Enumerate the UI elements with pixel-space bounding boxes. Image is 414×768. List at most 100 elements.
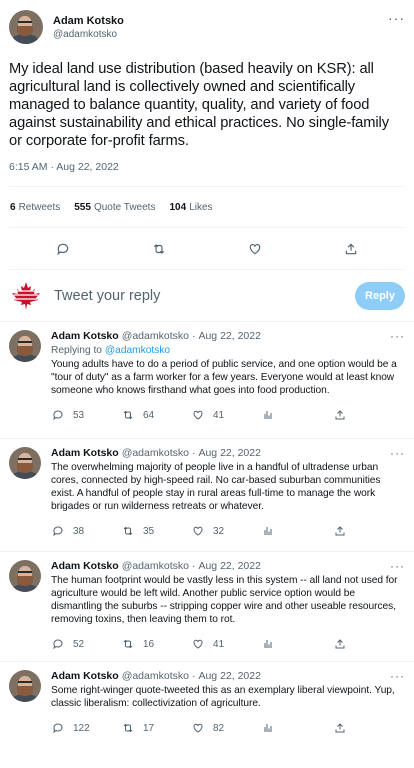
avatar[interactable] bbox=[9, 10, 43, 44]
replying-to-link[interactable]: @adamkotsko bbox=[105, 345, 170, 356]
quotes-label: Quote Tweets bbox=[93, 201, 156, 213]
like-icon bbox=[191, 524, 205, 538]
separator-dot: · bbox=[191, 560, 196, 572]
like-icon bbox=[191, 408, 205, 422]
analytics-action[interactable] bbox=[261, 408, 331, 422]
reply-tweet[interactable]: Adam Kotsko @adamkotsko · Aug 22, 2022 ·… bbox=[0, 439, 414, 552]
like-count: 41 bbox=[213, 638, 225, 650]
reply-composer: Tweet your reply Reply bbox=[0, 270, 414, 322]
more-icon[interactable]: ··· bbox=[390, 670, 405, 683]
tweet-actions: 52 16 41 bbox=[51, 629, 405, 659]
likes-stat[interactable]: 104 Likes bbox=[169, 202, 212, 213]
retweet-icon bbox=[121, 637, 135, 651]
retweets-label: Retweets bbox=[18, 201, 61, 213]
author-handle[interactable]: @adamkotsko bbox=[122, 330, 189, 343]
retweet-action[interactable]: 17 bbox=[121, 721, 191, 735]
author-handle[interactable]: @adamkotsko bbox=[122, 670, 189, 683]
reply-tweet[interactable]: Adam Kotsko @adamkotsko · Aug 22, 2022 ·… bbox=[0, 322, 414, 439]
reply-tweet[interactable]: Adam Kotsko @adamkotsko · Aug 22, 2022 ·… bbox=[0, 552, 414, 662]
analytics-action[interactable] bbox=[261, 524, 331, 538]
reply-icon bbox=[51, 721, 65, 735]
retweet-count: 17 bbox=[143, 722, 155, 734]
share-action[interactable] bbox=[333, 721, 355, 735]
reply-action[interactable]: 53 bbox=[51, 408, 121, 422]
share-icon[interactable] bbox=[342, 240, 360, 258]
retweets-stat[interactable]: 6 Retweets bbox=[10, 202, 60, 213]
author-name[interactable]: Adam Kotsko bbox=[53, 14, 124, 28]
author-handle[interactable]: @adamkotsko bbox=[122, 560, 189, 573]
separator-dot: · bbox=[191, 447, 196, 459]
like-action[interactable]: 82 bbox=[191, 721, 261, 735]
tweet-actions: 122 17 82 bbox=[51, 713, 405, 743]
retweet-action[interactable]: 64 bbox=[121, 408, 191, 422]
share-action[interactable] bbox=[333, 637, 355, 651]
retweet-count: 16 bbox=[143, 638, 155, 650]
reply-action[interactable]: 38 bbox=[51, 524, 121, 538]
tweet-date[interactable]: Aug 22, 2022 bbox=[198, 670, 260, 683]
share-icon bbox=[333, 524, 347, 538]
reply-count: 122 bbox=[73, 722, 90, 734]
tweet-date[interactable]: Aug 22, 2022 bbox=[198, 330, 260, 343]
author-handle[interactable]: @adamkotsko bbox=[122, 447, 189, 460]
tweet-stats: 6 Retweets 555 Quote Tweets 104 Likes bbox=[9, 186, 405, 228]
share-action[interactable] bbox=[333, 524, 355, 538]
analytics-icon bbox=[261, 524, 275, 538]
reply-input[interactable]: Tweet your reply bbox=[54, 288, 160, 304]
separator-dot: · bbox=[191, 670, 196, 682]
author-name[interactable]: Adam Kotsko bbox=[51, 670, 119, 683]
likes-label: Likes bbox=[189, 201, 213, 213]
tweet-text: The human footprint would be vastly less… bbox=[51, 575, 398, 625]
analytics-action[interactable] bbox=[261, 637, 331, 651]
avatar[interactable] bbox=[9, 670, 41, 702]
avatar[interactable] bbox=[9, 560, 41, 592]
avatar[interactable] bbox=[9, 447, 41, 479]
reply-action[interactable]: 122 bbox=[51, 721, 121, 735]
retweet-action[interactable]: 16 bbox=[121, 637, 191, 651]
analytics-action[interactable] bbox=[261, 721, 331, 735]
more-icon[interactable]: ··· bbox=[388, 10, 405, 26]
tweet-text: Young adults have to do a period of publ… bbox=[51, 359, 397, 396]
retweet-icon[interactable] bbox=[150, 240, 168, 258]
tweet-actions: 53 64 41 bbox=[51, 400, 405, 430]
tweet-timestamp[interactable]: 6:15 AM · Aug 22, 2022 bbox=[9, 160, 405, 174]
more-icon[interactable]: ··· bbox=[390, 560, 405, 573]
retweet-action[interactable]: 35 bbox=[121, 524, 191, 538]
like-action[interactable]: 41 bbox=[191, 637, 261, 651]
more-icon[interactable]: ··· bbox=[390, 447, 405, 460]
reply-action[interactable]: 52 bbox=[51, 637, 121, 651]
likes-count: 104 bbox=[169, 201, 187, 213]
retweet-count: 64 bbox=[143, 409, 155, 421]
author-handle[interactable]: @adamkotsko bbox=[53, 28, 124, 41]
author-name[interactable]: Adam Kotsko bbox=[51, 330, 119, 343]
reply-icon bbox=[51, 408, 65, 422]
quotes-count: 555 bbox=[74, 201, 91, 213]
reply-icon[interactable] bbox=[54, 240, 72, 258]
replying-prefix: Replying to bbox=[51, 345, 102, 356]
author-name[interactable]: Adam Kotsko bbox=[51, 447, 119, 460]
main-tweet: Adam Kotsko @adamkotsko ··· My ideal lan… bbox=[0, 0, 414, 270]
like-icon[interactable] bbox=[246, 240, 264, 258]
analytics-icon bbox=[261, 721, 275, 735]
retweet-icon bbox=[121, 524, 135, 538]
tweet-date[interactable]: Aug 22, 2022 bbox=[198, 560, 260, 573]
like-count: 41 bbox=[213, 409, 225, 421]
separator-dot: · bbox=[191, 330, 196, 342]
like-action[interactable]: 32 bbox=[191, 524, 261, 538]
like-icon bbox=[191, 721, 205, 735]
tweet-date[interactable]: Aug 22, 2022 bbox=[198, 447, 260, 460]
author-name[interactable]: Adam Kotsko bbox=[51, 560, 119, 573]
retweet-icon bbox=[121, 721, 135, 735]
quotes-stat[interactable]: 555 Quote Tweets bbox=[74, 202, 155, 213]
reply-button[interactable]: Reply bbox=[355, 281, 405, 310]
retweet-icon bbox=[121, 408, 135, 422]
reply-tweet[interactable]: Adam Kotsko @adamkotsko · Aug 22, 2022 ·… bbox=[0, 662, 414, 748]
share-action[interactable] bbox=[333, 408, 355, 422]
retweet-count: 35 bbox=[143, 525, 155, 537]
more-icon[interactable]: ··· bbox=[390, 330, 405, 343]
avatar[interactable] bbox=[9, 330, 41, 362]
tweet-text: The overwhelming majority of people live… bbox=[51, 462, 381, 512]
tweet-actions bbox=[9, 228, 405, 270]
reply-count: 38 bbox=[73, 525, 85, 537]
like-action[interactable]: 41 bbox=[191, 408, 261, 422]
analytics-icon bbox=[261, 637, 275, 651]
